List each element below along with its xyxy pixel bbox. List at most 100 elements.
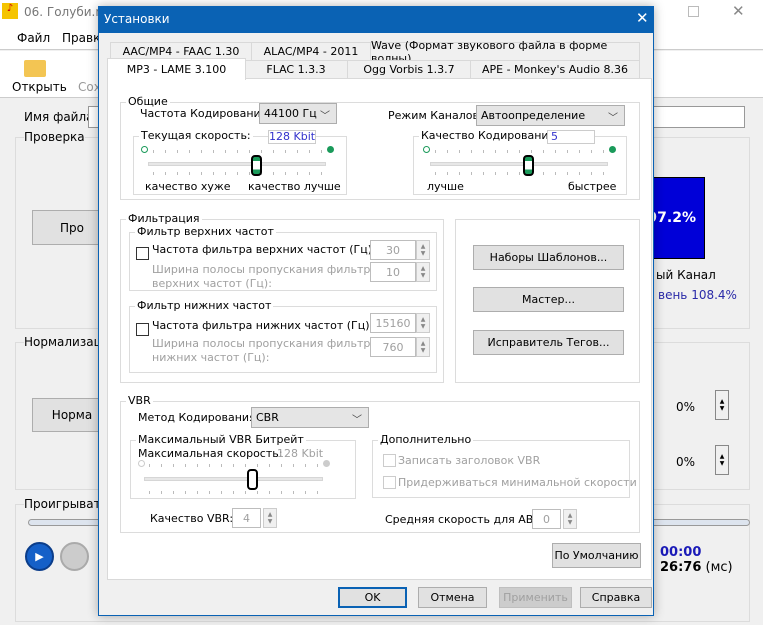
tab-wave[interactable]: Wave (Формат звукового файла в форме вол… [370,39,640,65]
ticks [153,150,323,153]
lowpass-freq-spin[interactable]: ▲ ▼ [416,313,430,333]
filter-title: Фильтрация [126,212,202,225]
tab-label: FLAC 1.3.3 [266,63,326,76]
ticks [149,491,319,494]
tag-fixer-button[interactable]: Исправитель Тегов... [473,330,624,355]
freq-select[interactable]: 44100 Гц ﹀ [259,103,337,124]
vbr-title: VBR [126,394,153,407]
highpass-width-spin[interactable]: ▲ ▼ [416,262,430,282]
apply-button[interactable]: Применить [499,587,572,608]
open-button[interactable]: Открыть [12,80,67,94]
lowpass-freq-input[interactable]: 15160 [370,313,416,333]
vbr-quality-label: Качество VBR: [150,512,234,525]
spin-2[interactable]: 0% [676,455,695,469]
highpass-freq-input[interactable]: 30 [370,240,416,260]
chevron-down-icon: ﹀ [320,111,330,122]
lowpass-checkbox[interactable] [136,323,149,336]
dialog-title: Установки [104,12,170,26]
wizard-button[interactable]: Мастер... [473,287,624,312]
tab-label: ALAC/MP4 - 2011 [263,45,359,58]
quality-label: Качество Кодирования: [419,129,561,142]
channel-label: ый Канал [656,268,716,282]
lowpass-freq-label: Частота фильтра нижних частот (Гц): [152,319,374,332]
check-group-label: Проверка [24,130,85,144]
channel-select[interactable]: Автоопределение ﹀ [476,105,625,126]
write-header-label: Записать заголовок VBR [398,454,541,467]
dialog-close-icon[interactable]: ✕ [636,9,649,27]
max-vbr-slider[interactable] [144,477,323,481]
max-vbr-title: Максимальный VBR Битрейт [136,433,306,446]
play-icon[interactable]: ▶ [25,542,54,571]
help-button[interactable]: Справка [580,587,652,608]
vbr-quality-input[interactable]: 4 [232,508,261,528]
default-button[interactable]: По Умолчанию [552,543,641,568]
tab-mp3[interactable]: MP3 - LAME 3.100 [107,58,246,80]
tab-flac[interactable]: FLAC 1.3.3 [244,60,348,79]
file-name-label: Имя файла: [24,110,98,124]
button-label: По Умолчанию [554,549,639,562]
max-rate-value: 128 Kbit [277,447,324,460]
min-rate-label: Придерживаться минимальной скорости [398,476,637,489]
time-total: 26:76 (мс) [660,560,733,575]
lowpass-width-label: Ширина полосы пропускания фильтра нижних … [152,337,377,365]
spin-1-arrows[interactable]: ▲ ▼ [715,390,729,420]
freq-label: Частота Кодирования: [140,107,272,120]
lowpass-width-spin[interactable]: ▲ ▼ [416,337,430,357]
extra-title: Дополнительно [378,433,474,446]
min-dot-icon [138,460,145,467]
ticks [149,464,319,467]
bitrate-slider-thumb[interactable] [251,155,262,176]
channel-label: Режим Каналов: [388,109,483,122]
button-label: Применить [503,591,568,604]
quality-slider-thumb[interactable] [523,155,534,176]
presets-button[interactable]: Наборы Шаблонов... [473,245,624,270]
min-rate-checkbox[interactable] [383,476,396,489]
max-dot-icon [609,146,616,153]
vbr-quality-spin[interactable]: ▲ ▼ [263,508,277,528]
highpass-freq-spin[interactable]: ▲ ▼ [416,240,430,260]
level-label: вень 108.4% [658,288,737,302]
stop-icon[interactable] [60,542,89,571]
abr-spin[interactable]: ▲ ▼ [563,509,577,529]
bitrate-slider[interactable] [148,162,326,166]
method-select[interactable]: CBR ﹀ [251,407,369,428]
highpass-freq-label: Частота фильтра верхних частот (Гц): [152,243,376,256]
maximize-icon[interactable] [688,6,699,17]
max-vbr-slider-thumb[interactable] [247,469,258,490]
tab-ogg[interactable]: Ogg Vorbis 1.3.7 [347,60,471,79]
chevron-down-icon: ﹀ [608,113,618,124]
spin-2-arrows[interactable]: ▲ ▼ [715,445,729,475]
label-line: Ширина полосы пропускания фильтра [152,337,378,350]
bitrate-label: Текущая скорость: [139,129,253,142]
quality-left-label: лучше [427,180,464,193]
button-label: Справка [591,591,641,604]
folder-open-icon[interactable] [24,60,46,77]
tab-label: AAC/MP4 - FAAC 1.30 [122,45,240,58]
dialog-titlebar [98,6,654,33]
abr-input[interactable]: 0 [532,509,561,529]
highpass-checkbox[interactable] [136,247,149,260]
spin-1[interactable]: 0% [676,400,695,414]
quality-slider[interactable] [430,162,608,166]
label-line: верхних частот (Гц): [152,277,272,290]
write-header-checkbox[interactable] [383,454,396,467]
tab-label: APE - Monkey's Audio 8.36 [481,63,629,76]
close-icon[interactable]: ✕ [732,2,745,20]
extra-group [372,440,630,498]
min-dot-icon [141,146,148,153]
max-rate-label: Максимальная скорость: [138,447,283,460]
highpass-width-input[interactable]: 10 [370,262,416,282]
bitrate-right-label: качество лучше [248,180,341,193]
tab-ape[interactable]: APE - Monkey's Audio 8.36 [470,60,640,79]
chevron-down-icon: ﹀ [352,415,362,426]
bitrate-value: 128 Kbit [268,130,316,144]
normalize-button-label: Норма [51,408,93,422]
quality-right-label: быстрее [568,180,617,193]
tab-alac[interactable]: ALAC/MP4 - 2011 [251,42,371,61]
button-label: Мастер... [522,293,575,306]
max-dot-icon [327,146,334,153]
lowpass-width-input[interactable]: 760 [370,337,416,357]
ok-button[interactable]: OK [338,587,407,608]
cancel-button[interactable]: Отмена [418,587,487,608]
menu-file[interactable]: Файл [17,31,50,45]
